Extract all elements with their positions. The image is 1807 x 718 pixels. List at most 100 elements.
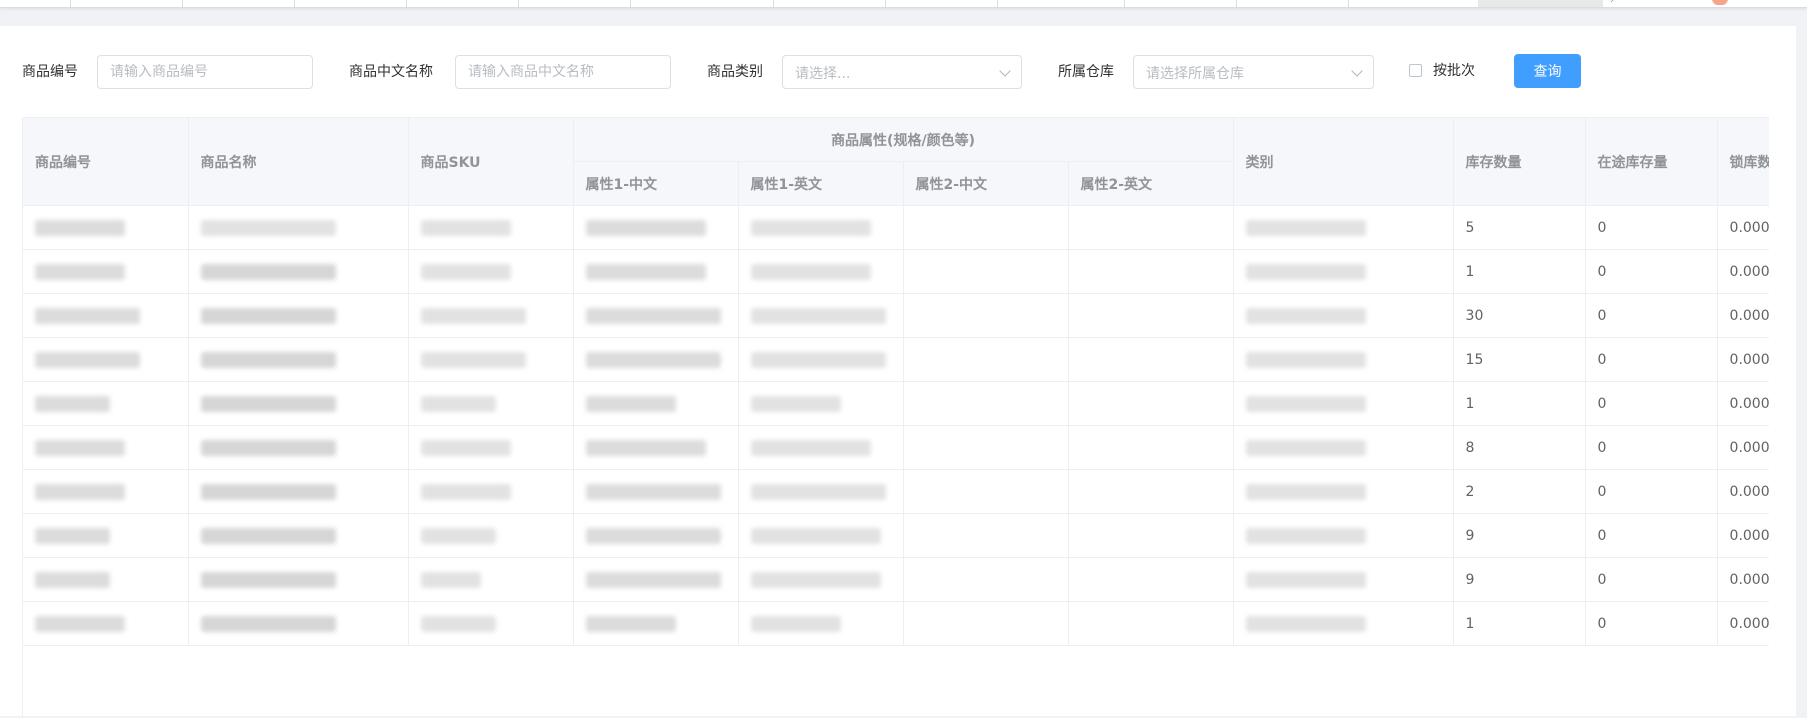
header-in-transit[interactable]: 在途库存量 [1585,118,1718,206]
cell-in-transit: 0 [1585,249,1718,294]
batch-checkbox[interactable] [1409,64,1422,77]
cell-code-redacted [23,337,189,382]
cell-stock: 5 [1453,205,1586,250]
cell-attr2-cn [903,249,1069,294]
cell-name-redacted [188,601,409,646]
cell-in-transit: 0 [1585,557,1718,602]
cn-name-input[interactable] [455,55,671,89]
cell-attr2-en [1068,293,1234,338]
cell-name-redacted [188,425,409,470]
cell-locked: 0.000 [1717,337,1769,382]
header-attr1-cn[interactable]: 属性1-中文 [573,161,739,206]
tab-divider [630,0,631,7]
inventory-table: 商品编号 商品名称 商品SKU 商品属性(规格/颜色等) 类别 库存数量 在途库… [22,117,1769,718]
cell-name-redacted [188,381,409,426]
cell-stock: 1 [1453,601,1586,646]
cell-stock: 9 [1453,557,1586,602]
tab-divider [773,0,774,7]
cell-code-redacted [23,425,189,470]
cell-code-redacted [23,601,189,646]
chevron-right-icon[interactable]: › [1610,0,1614,6]
active-tab[interactable] [1478,0,1603,7]
cell-attr1-cn-redacted [573,381,739,426]
cell-attr2-en [1068,513,1234,558]
table-row[interactable]: 15 0 0.000 [23,337,1769,382]
cell-attr2-cn [903,513,1069,558]
product-code-label: 商品编号 [22,64,78,80]
table-row[interactable]: 30 0 0.000 [23,293,1769,338]
header-name[interactable]: 商品名称 [188,118,409,206]
category-select[interactable]: 请选择... [782,55,1022,89]
cn-name-label: 商品中文名称 [349,64,433,80]
cell-attr1-en-redacted [738,557,904,602]
table-row[interactable]: 9 0 0.000 [23,557,1769,602]
warehouse-select[interactable]: 请选择所属仓库 [1133,55,1374,89]
cell-attr1-en-redacted [738,293,904,338]
cell-sku-redacted [408,337,574,382]
header-category[interactable]: 类别 [1233,118,1454,206]
cell-attr2-cn [903,381,1069,426]
cell-stock: 9 [1453,513,1586,558]
cell-stock: 1 [1453,381,1586,426]
header-stock-qty[interactable]: 库存数量 [1453,118,1586,206]
header-attr2-cn[interactable]: 属性2-中文 [903,161,1069,206]
cell-attr1-en-redacted [738,205,904,250]
avatar[interactable] [1712,0,1728,5]
cell-attr1-cn-redacted [573,557,739,602]
header-code[interactable]: 商品编号 [23,118,189,206]
batch-checkbox-label[interactable]: 按批次 [1433,61,1475,81]
cell-attr1-en-redacted [738,513,904,558]
cell-category-redacted [1233,337,1454,382]
header-attr2-en[interactable]: 属性2-英文 [1068,161,1234,206]
cell-name-redacted [188,557,409,602]
header-attr-group: 商品属性(规格/颜色等) [573,118,1234,162]
cell-sku-redacted [408,381,574,426]
cell-code-redacted [23,513,189,558]
cell-attr2-en [1068,381,1234,426]
cell-attr1-cn-redacted [573,513,739,558]
tab-divider [182,0,183,7]
cell-locked: 0.000 [1717,513,1769,558]
chevron-down-icon [1351,65,1363,77]
table-row[interactable]: 1 0 0.000 [23,381,1769,426]
cell-name-redacted [188,205,409,250]
cell-stock: 8 [1453,425,1586,470]
tab-divider [1348,0,1349,7]
table-row[interactable]: 2 0 0.000 [23,469,1769,514]
cell-locked: 0.000 [1717,205,1769,250]
cell-attr1-cn-redacted [573,601,739,646]
table-row[interactable]: 1 0 0.000 [23,601,1769,646]
table-row[interactable]: 9 0 0.000 [23,513,1769,558]
category-label: 商品类别 [707,64,763,80]
cell-sku-redacted [408,425,574,470]
cell-sku-redacted [408,469,574,514]
main-card: 商品编号 商品中文名称 商品类别 请选择... 所属仓库 请选择所属仓库 按批次… [0,26,1796,718]
category-select-placeholder: 请选择... [795,66,851,82]
cell-attr1-en-redacted [738,249,904,294]
product-code-input[interactable] [97,55,313,89]
cell-locked: 0.000 [1717,469,1769,514]
cell-stock: 30 [1453,293,1586,338]
cell-category-redacted [1233,293,1454,338]
cell-attr2-en [1068,601,1234,646]
table-row[interactable]: 1 0 0.000 [23,249,1769,294]
cell-sku-redacted [408,557,574,602]
cell-in-transit: 0 [1585,337,1718,382]
cell-attr1-cn-redacted [573,469,739,514]
table-row[interactable]: 5 0 0.000 [23,205,1769,250]
cell-attr1-cn-redacted [573,425,739,470]
query-button[interactable]: 查询 [1514,54,1581,88]
cell-name-redacted [188,469,409,514]
header-sku[interactable]: 商品SKU [408,118,574,206]
cell-locked: 0.000 [1717,425,1769,470]
cell-locked: 0.000 [1717,381,1769,426]
cell-category-redacted [1233,557,1454,602]
cell-attr1-en-redacted [738,601,904,646]
cell-code-redacted [23,381,189,426]
header-attr1-en[interactable]: 属性1-英文 [738,161,904,206]
cell-in-transit: 0 [1585,293,1718,338]
cell-category-redacted [1233,205,1454,250]
header-locked[interactable]: 锁库数 [1717,118,1769,206]
table-row[interactable]: 8 0 0.000 [23,425,1769,470]
inventory-table-grid: 商品编号 商品名称 商品SKU 商品属性(规格/颜色等) 类别 库存数量 在途库… [23,118,1769,646]
